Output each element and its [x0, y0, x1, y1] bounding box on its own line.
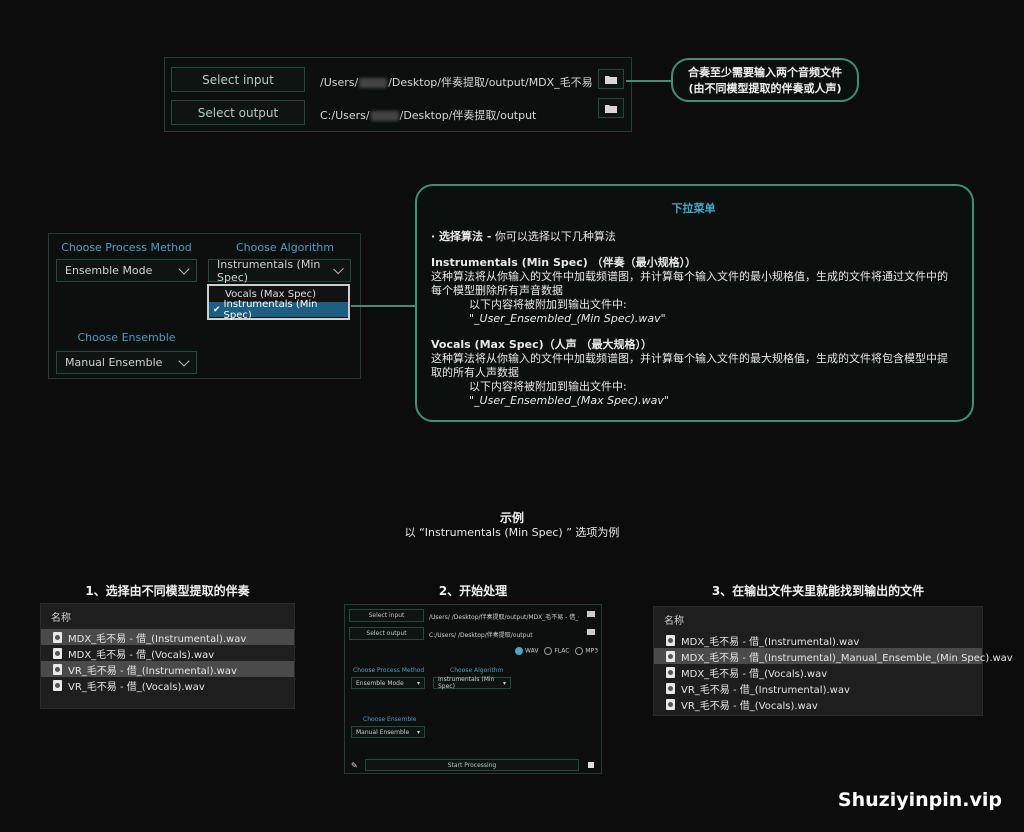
algorithm-label: Choose Algorithm: [236, 241, 334, 254]
chevron-down-icon: [178, 354, 190, 367]
select-input-button[interactable]: Select input: [171, 67, 305, 92]
mini-select-output-button[interactable]: Select output: [349, 627, 424, 640]
input-path: /Users//Desktop/伴奏提取/output/MDX_毛不易 - 借_…: [320, 76, 592, 89]
step-2-title: 2、开始处理: [438, 584, 508, 598]
file-row[interactable]: VR_毛不易 - 借_(Vocals).wav: [654, 696, 982, 712]
folder-icon: [605, 75, 617, 84]
file-row[interactable]: VR_毛不易 - 借_(Instrumental).wav: [654, 680, 982, 696]
output-folder-button[interactable]: [598, 98, 624, 118]
file-list-1: 名称 MDX_毛不易 - 借_(Instrumental).wav MDX_毛不…: [40, 603, 295, 709]
mini-process-method-label: Choose Process Method: [353, 667, 425, 674]
mini-ensemble-select[interactable]: Manual Ensemble ▾: [351, 726, 425, 738]
column-header-name: 名称: [664, 616, 684, 627]
file-row[interactable]: MDX_毛不易 - 借_(Vocals).wav: [654, 664, 982, 680]
option-1-suffix: "_User_Ensembled_(Min Spec).wav": [469, 312, 666, 325]
process-method-label: Choose Process Method: [61, 241, 192, 254]
stop-icon[interactable]: [588, 762, 594, 768]
option-1-desc: 这种算法将从你输入的文件中加载频谱图，并计算每个输入文件的最小规格值，生成的文件…: [431, 270, 948, 297]
mini-ensemble-label: Choose Ensemble: [363, 716, 417, 723]
ensemble-select[interactable]: Manual Ensemble: [56, 351, 197, 374]
dropdown-menu-callout: 下拉菜单 · 选择算法 - 你可以选择以下几种算法 Instrumentals …: [415, 184, 974, 422]
file-row[interactable]: MDX_毛不易 - 借_(Instrumental)_Manual_Ensemb…: [654, 648, 1013, 664]
chevron-down-icon: [178, 262, 190, 275]
mini-input-path: /Users/ /Desktop/伴奏提取/output/MDX_毛不易 - 借…: [429, 614, 579, 621]
callout-line-1: 合奏至少需要输入两个音频文件: [688, 66, 842, 79]
mini-output-path: C:/Users/ /Desktop/伴奏提取/output: [429, 632, 533, 639]
output-path: C:/Users//Desktop/伴奏提取/output: [320, 109, 537, 122]
algorithm-select[interactable]: Instrumentals (Min Spec): [208, 258, 351, 284]
column-header-name: 名称: [51, 613, 71, 624]
mini-algorithm-select[interactable]: Instrumentals (Min Spec) ▾: [433, 676, 511, 690]
option-1-title: Instrumentals (Min Spec) （伴奏（最小规格））: [431, 256, 697, 269]
folder-icon: [605, 104, 617, 113]
input-requirement-callout: 合奏至少需要输入两个音频文件 (由不同模型提取的伴奏或人声): [671, 58, 859, 102]
option-2-desc: 这种算法将从你输入的文件中加载频谱图，并计算每个输入文件的最大规格值，生成的文件…: [431, 352, 948, 379]
audio-file-icon: [666, 666, 675, 678]
audio-file-icon: [666, 698, 675, 710]
algorithm-dropdown: Vocals (Max Spec) ✔ Instrumentals (Min S…: [207, 284, 350, 321]
file-row[interactable]: MDX_毛不易 - 借_(Instrumental).wav: [41, 629, 294, 645]
dropdown-option-instrumentals[interactable]: ✔ Instrumentals (Min Spec): [209, 299, 348, 321]
check-icon: ✔: [213, 304, 221, 315]
option-1-append: 以下内容将被附加到输出文件中:: [469, 298, 627, 311]
audio-file-icon: [53, 631, 62, 643]
ensemble-label: Choose Ensemble: [77, 331, 176, 344]
chevron-down-icon: ▾: [416, 728, 420, 736]
file-row[interactable]: VR_毛不易 - 借_(Instrumental).wav: [41, 661, 294, 677]
audio-file-icon: [53, 663, 62, 675]
mini-process-method-select[interactable]: Ensemble Mode ▾: [351, 677, 425, 689]
option-2-title: Vocals (Max Spec)（人声 （最大规格））: [431, 338, 653, 351]
step-1-title: 1、选择由不同模型提取的伴奏: [85, 584, 250, 598]
step-3-title: 3、在输出文件夹里就能找到输出的文件: [711, 584, 925, 598]
connector-line: [351, 305, 417, 307]
file-row[interactable]: MDX_毛不易 - 借_(Vocals).wav: [41, 645, 294, 661]
callout-title: 下拉菜单: [671, 202, 716, 215]
mini-algorithm-label: Choose Algorithm: [450, 667, 504, 674]
process-method-select[interactable]: Ensemble Mode: [56, 259, 197, 282]
file-list-3: 名称 MDX_毛不易 - 借_(Instrumental).wav MDX_毛不…: [653, 606, 1013, 716]
radio-wav[interactable]: [515, 647, 523, 655]
callout-line-2: (由不同模型提取的伴奏或人声): [688, 82, 842, 95]
algorithm-intro: · 选择算法 - 你可以选择以下几种算法: [431, 230, 616, 243]
option-2-suffix: "_User_Ensembled_(Max Spec).wav": [469, 394, 669, 407]
radio-flac[interactable]: [544, 647, 553, 655]
mini-app-window: Select input Select output /Users/ /Desk…: [344, 604, 602, 774]
example-subtitle: 以 “Instrumentals (Min Spec) ” 选项为例: [404, 526, 620, 539]
audio-file-icon: [666, 634, 675, 646]
chevron-down-icon: ▾: [502, 679, 506, 687]
audio-file-icon: [53, 679, 62, 691]
file-row[interactable]: MDX_毛不易 - 借_(Instrumental).wav: [654, 632, 982, 648]
option-2-append: 以下内容将被附加到输出文件中:: [469, 380, 627, 393]
file-row[interactable]: VR_毛不易 - 借_(Vocals).wav: [41, 677, 294, 693]
connector-line: [626, 80, 674, 82]
folder-icon[interactable]: [587, 629, 595, 635]
mini-select-input-button[interactable]: Select input: [349, 609, 424, 622]
select-output-button[interactable]: Select output: [171, 100, 305, 125]
folder-icon[interactable]: [587, 611, 595, 617]
format-options: WAV FLAC MP3: [515, 647, 598, 655]
wrench-icon[interactable]: ✎: [351, 761, 358, 770]
audio-file-icon: [666, 682, 675, 694]
input-folder-button[interactable]: [598, 69, 624, 89]
audio-file-icon: [53, 647, 62, 659]
watermark: Shuziyinpin.vip: [837, 789, 1002, 811]
start-processing-button[interactable]: Start Processing: [365, 759, 579, 771]
audio-file-icon: [666, 650, 675, 662]
radio-mp3[interactable]: [575, 647, 584, 655]
chevron-down-icon: ▾: [416, 679, 420, 687]
